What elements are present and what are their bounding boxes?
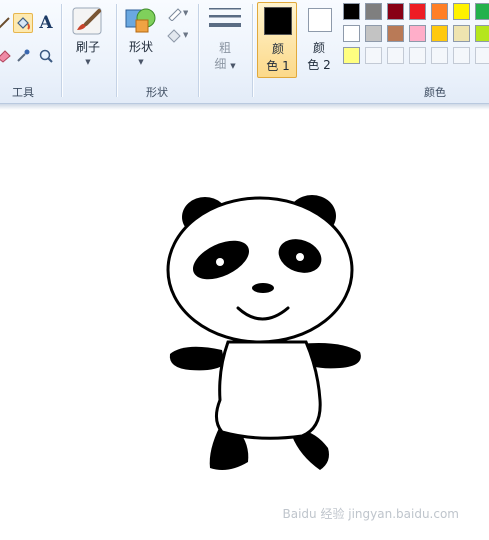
palette-color-swatch[interactable]	[365, 25, 382, 42]
shapes-icon	[125, 8, 156, 33]
colors-group-label: 颜色	[424, 86, 446, 99]
separator	[116, 4, 117, 97]
palette-color-swatch[interactable]	[409, 25, 426, 42]
separator	[252, 4, 253, 97]
tools-group-label: 工具	[12, 86, 34, 99]
size-label-2-text: 细	[214, 57, 227, 71]
palette-empty-slot[interactable]	[365, 47, 382, 64]
eraser-tool[interactable]	[0, 46, 14, 66]
color-2-button[interactable]: 颜 色 2	[299, 2, 339, 78]
palette-empty-slot[interactable]	[431, 47, 448, 64]
brush-label: 刷子	[75, 40, 100, 54]
outline-button[interactable]: ▼	[164, 3, 190, 23]
fill-shape-button[interactable]: ▼	[164, 25, 190, 45]
palette-color-swatch[interactable]	[475, 3, 489, 20]
size-button[interactable]: 粗 细 ▼	[203, 2, 247, 76]
palette-color-swatch[interactable]	[453, 25, 470, 42]
color-1-label-2: 色 1	[266, 59, 290, 73]
color-1-label-1: 颜	[271, 42, 284, 56]
shapes-label: 形状	[128, 40, 153, 54]
color-2-label-1: 颜	[312, 41, 325, 55]
pencil-icon	[0, 17, 10, 29]
shapes-group-label: 形状	[146, 86, 168, 99]
palette-color-swatch[interactable]	[365, 3, 382, 20]
ribbon: A 工具 刷子 ▼ 形状 ▼ ▼ ▼ 形状 粗 细 ▼ 颜 色 1 颜 色 2 …	[0, 0, 489, 104]
palette-color-swatch[interactable]	[453, 3, 470, 20]
shapes-button[interactable]: 形状 ▼	[119, 2, 163, 74]
svg-text:▼: ▼	[183, 31, 188, 39]
palette-color-swatch[interactable]	[343, 3, 360, 20]
palette-empty-slot[interactable]	[475, 47, 489, 64]
separator	[198, 4, 199, 97]
palette-color-swatch[interactable]	[431, 3, 448, 20]
drawing-canvas[interactable]: Baidu 经验 jingyan.baidu.com	[0, 110, 489, 536]
palette-empty-slot[interactable]	[453, 47, 470, 64]
pencil-tool[interactable]	[0, 13, 14, 33]
chevron-down-icon: ▼	[85, 58, 91, 66]
palette-color-swatch[interactable]	[431, 25, 448, 42]
text-a-icon: A	[39, 13, 53, 33]
svg-text:▼: ▼	[183, 9, 188, 17]
palette-color-swatch[interactable]	[475, 25, 489, 42]
size-label-2: 细 ▼	[203, 56, 247, 74]
color-2-swatch	[308, 8, 332, 32]
color-picker-tool[interactable]	[13, 46, 33, 66]
magnifier-tool[interactable]	[36, 46, 56, 66]
palette-color-swatch[interactable]	[409, 3, 426, 20]
color-1-button[interactable]: 颜 色 1	[257, 2, 297, 78]
color-2-label-2: 色 2	[307, 58, 331, 72]
chevron-down-icon: ▼	[138, 58, 144, 66]
watermark: Baidu 经验 jingyan.baidu.com	[282, 507, 459, 521]
palette-color-swatch[interactable]	[343, 47, 360, 64]
palette-empty-slot[interactable]	[387, 47, 404, 64]
magnifier-icon	[39, 49, 53, 63]
outline-pen-icon: ▼	[168, 8, 188, 21]
eraser-icon	[0, 50, 11, 63]
palette-empty-slot[interactable]	[409, 47, 426, 64]
eyedropper-icon	[17, 49, 30, 62]
palette-color-swatch[interactable]	[387, 25, 404, 42]
palette-color-swatch[interactable]	[387, 3, 404, 20]
brush-button[interactable]: 刷子 ▼	[66, 2, 110, 74]
color-1-swatch	[264, 7, 292, 35]
separator	[61, 4, 62, 97]
palette-color-swatch[interactable]	[343, 25, 360, 42]
chevron-down-icon: ▼	[230, 62, 236, 70]
text-tool[interactable]: A	[36, 13, 56, 33]
fill-bucket-icon: ▼	[167, 29, 188, 43]
size-label-1: 粗	[218, 41, 231, 55]
fill-tool[interactable]	[13, 13, 33, 33]
line-size-icon	[209, 8, 241, 27]
brush-icon	[72, 7, 102, 35]
paint-bucket-icon	[17, 17, 30, 30]
panda-drawing	[166, 195, 361, 470]
